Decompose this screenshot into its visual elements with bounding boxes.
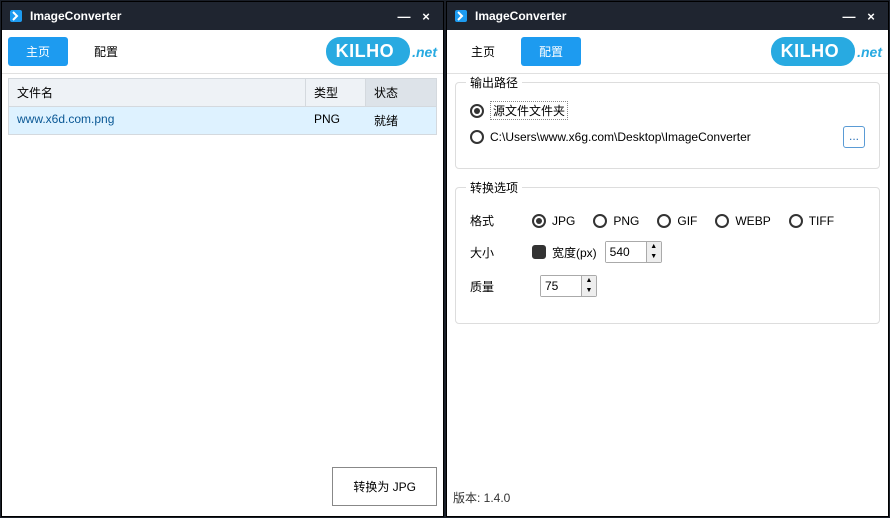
titlebar-right: ImageConverter — ×: [447, 2, 888, 30]
width-input[interactable]: [606, 242, 646, 262]
quality-up[interactable]: ▲: [582, 276, 596, 286]
logo: KILHO.net: [326, 37, 437, 66]
tab-config[interactable]: 配置: [521, 37, 581, 66]
col-type[interactable]: 类型: [306, 79, 366, 106]
cell-filename: www.x6d.com.png: [9, 107, 306, 134]
format-jpg[interactable]: JPG: [532, 214, 575, 228]
width-down[interactable]: ▼: [647, 252, 661, 262]
width-up[interactable]: ▲: [647, 242, 661, 252]
radio-source-folder[interactable]: [470, 104, 484, 118]
app-icon: [8, 8, 24, 24]
minimize-button[interactable]: —: [838, 9, 860, 24]
format-png[interactable]: PNG: [593, 214, 639, 228]
output-path-group: 输出路径 源文件文件夹 C:\Users\www.x6g.com\Desktop…: [455, 82, 880, 169]
app-icon: [453, 8, 469, 24]
tab-main[interactable]: 主页: [453, 37, 513, 66]
tab-main[interactable]: 主页: [8, 37, 68, 66]
format-label: 格式: [470, 212, 532, 229]
window-title: ImageConverter: [30, 9, 121, 23]
convert-button[interactable]: 转换为 JPG: [332, 467, 437, 506]
quality-input[interactable]: [541, 276, 581, 296]
window-title: ImageConverter: [475, 9, 566, 23]
width-label: 宽度(px): [552, 244, 597, 261]
radio-source-folder-label: 源文件文件夹: [490, 101, 568, 120]
width-checkbox[interactable]: [532, 245, 546, 259]
table-row[interactable]: www.x6d.com.png PNG 就绪: [8, 107, 437, 135]
version-label: 版本: 1.4.0: [453, 489, 510, 506]
titlebar-left: ImageConverter — ×: [2, 2, 443, 30]
file-table-header: 文件名 类型 状态: [8, 78, 437, 107]
format-tiff[interactable]: TIFF: [789, 214, 834, 228]
radio-custom-folder-label: C:\Users\www.x6g.com\Desktop\ImageConver…: [490, 130, 837, 144]
convert-options-legend: 转换选项: [466, 179, 522, 196]
radio-custom-folder[interactable]: [470, 130, 484, 144]
output-path-legend: 输出路径: [466, 74, 522, 91]
size-label: 大小: [470, 244, 532, 261]
quality-label: 质量: [470, 278, 532, 295]
cell-status: 就绪: [366, 107, 436, 134]
format-webp[interactable]: WEBP: [715, 214, 770, 228]
logo: KILHO.net: [771, 37, 882, 66]
convert-options-group: 转换选项 格式 JPG PNG GIF WEBP TIFF 大小 宽度(px) …: [455, 187, 880, 324]
close-button[interactable]: ×: [860, 9, 882, 24]
minimize-button[interactable]: —: [393, 9, 415, 24]
browse-button[interactable]: ...: [843, 126, 865, 148]
col-filename[interactable]: 文件名: [9, 79, 306, 106]
quality-down[interactable]: ▼: [582, 286, 596, 296]
cell-type: PNG: [306, 107, 366, 134]
format-gif[interactable]: GIF: [657, 214, 697, 228]
close-button[interactable]: ×: [415, 9, 437, 24]
tab-config[interactable]: 配置: [76, 37, 136, 66]
col-status[interactable]: 状态: [366, 79, 436, 106]
